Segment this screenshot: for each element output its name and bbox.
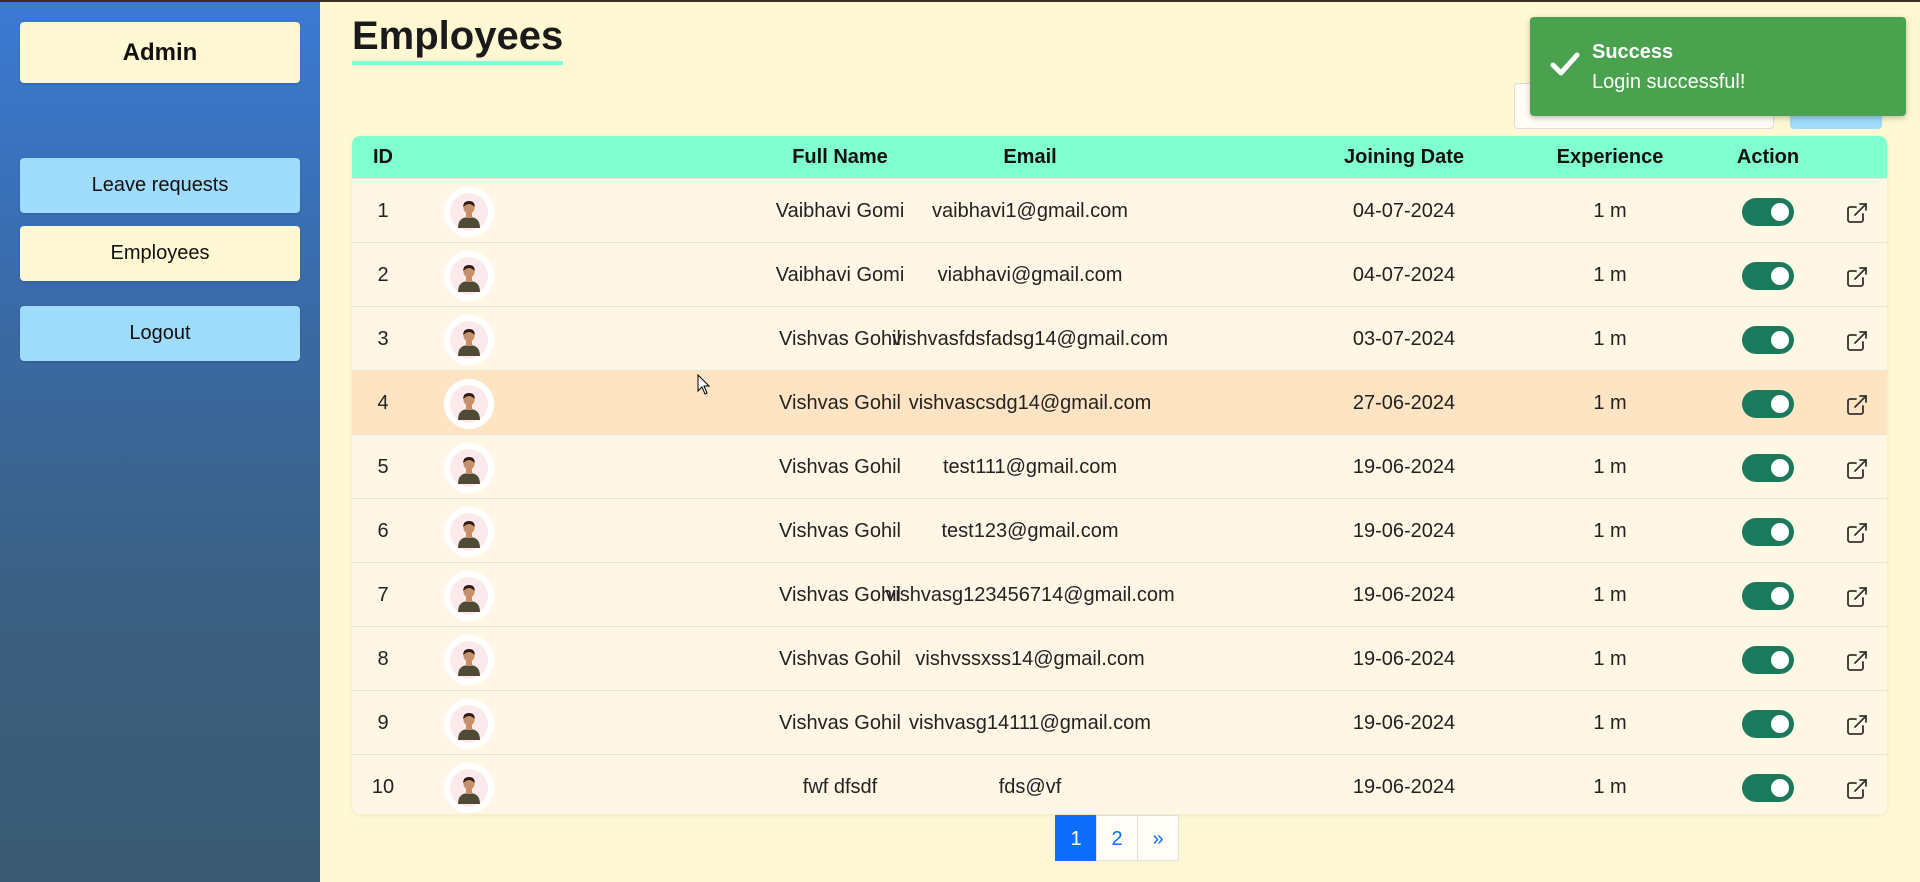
toast-message: Login successful! — [1592, 71, 1746, 93]
table-row[interactable]: 6 Vishvas Gohil test123@gmail.com 19-06-202… — [352, 498, 1887, 562]
table-header: ID Full Name Email Joining Date Experien… — [352, 136, 1887, 178]
status-toggle[interactable] — [1742, 646, 1794, 674]
table-row[interactable]: 4 Vishvas Gohil vishvascsdg14@gmail.com 27-… — [352, 370, 1887, 434]
external-link-icon[interactable] — [1845, 457, 1869, 481]
sidebar-item-logout[interactable]: Logout — [20, 306, 300, 361]
status-toggle[interactable] — [1742, 710, 1794, 738]
user-avatar — [444, 699, 494, 749]
next-page-button[interactable]: » — [1137, 815, 1179, 861]
cell-id: 7 — [377, 584, 389, 606]
mouse-cursor-icon — [697, 374, 711, 395]
table-row[interactable]: 7 Vishvas Gohil vishvasg123456714@gmail.co… — [352, 562, 1887, 626]
page-title: Employees — [352, 14, 564, 65]
external-link-icon[interactable] — [1845, 201, 1869, 225]
employees-table: ID Full Name Email Joining Date Experien… — [352, 136, 1887, 814]
header-id: ID — [373, 146, 393, 168]
external-link-icon[interactable] — [1845, 329, 1869, 353]
table-row[interactable]: 5 Vishvas Gohil test111@gmail.com 19-06-202… — [352, 434, 1887, 498]
table-row[interactable]: 2 Vaibhavi Gomi viabhavi@gmail.com 04-07-20… — [352, 242, 1887, 306]
user-avatar — [444, 443, 494, 493]
user-avatar — [444, 635, 494, 685]
check-icon — [1550, 52, 1580, 76]
page-1-button[interactable]: 1 — [1055, 815, 1097, 861]
status-toggle[interactable] — [1742, 262, 1794, 290]
status-toggle[interactable] — [1742, 518, 1794, 546]
cell-id: 9 — [377, 712, 389, 734]
cell-id: 6 — [377, 520, 389, 542]
status-toggle[interactable] — [1742, 326, 1794, 354]
sidebar: Admin Leave requests Employees Logout — [0, 0, 320, 882]
external-link-icon[interactable] — [1845, 521, 1869, 545]
external-link-icon[interactable] — [1845, 713, 1869, 737]
cell-id: 8 — [377, 648, 389, 670]
pagination: 1 2 » — [1055, 815, 1179, 861]
user-avatar — [444, 379, 494, 429]
table-row[interactable]: 9 Vishvas Gohil vishvasg14111@gmail.com 19-… — [352, 690, 1887, 754]
table-row[interactable]: 1 Vaibhavi Gomi vaibhavi1@gmail.com 04-07-2… — [352, 178, 1887, 242]
user-avatar — [444, 571, 494, 621]
user-avatar — [444, 251, 494, 301]
cell-id: 1 — [377, 200, 389, 222]
cell-id: 3 — [377, 328, 389, 350]
status-toggle[interactable] — [1742, 454, 1794, 482]
table-row[interactable]: 3 Vishvas Gohil vishvasfdsfadsg14@gmail.co… — [352, 306, 1887, 370]
status-toggle[interactable] — [1742, 582, 1794, 610]
table-row[interactable]: 10 fwf dfsdf fds@vf 19-06-2024 1 m — [352, 754, 1887, 814]
sidebar-item-leave-requests[interactable]: Leave requests — [20, 158, 300, 213]
sidebar-item-employees[interactable]: Employees — [20, 226, 300, 281]
user-avatar — [444, 315, 494, 365]
external-link-icon[interactable] — [1845, 777, 1869, 801]
external-link-icon[interactable] — [1845, 649, 1869, 673]
page-2-button[interactable]: 2 — [1096, 815, 1138, 861]
table-row[interactable]: 8 Vishvas Gohil vishvssxss14@gmail.com 19-0… — [352, 626, 1887, 690]
status-toggle[interactable] — [1742, 198, 1794, 226]
cell-id: 5 — [377, 456, 389, 478]
status-toggle[interactable] — [1742, 390, 1794, 418]
external-link-icon[interactable] — [1845, 585, 1869, 609]
cell-id: 10 — [371, 776, 395, 798]
top-border — [0, 0, 1920, 2]
user-avatar — [444, 187, 494, 237]
success-toast[interactable]: Success Login successful! — [1530, 17, 1906, 116]
external-link-icon[interactable] — [1845, 265, 1869, 289]
user-avatar — [444, 763, 494, 813]
external-link-icon[interactable] — [1845, 393, 1869, 417]
cell-id: 4 — [377, 392, 389, 414]
toast-title: Success — [1592, 41, 1674, 63]
status-toggle[interactable] — [1742, 774, 1794, 802]
sidebar-title: Admin — [20, 22, 300, 83]
user-avatar — [444, 507, 494, 557]
cell-id: 2 — [377, 264, 389, 286]
